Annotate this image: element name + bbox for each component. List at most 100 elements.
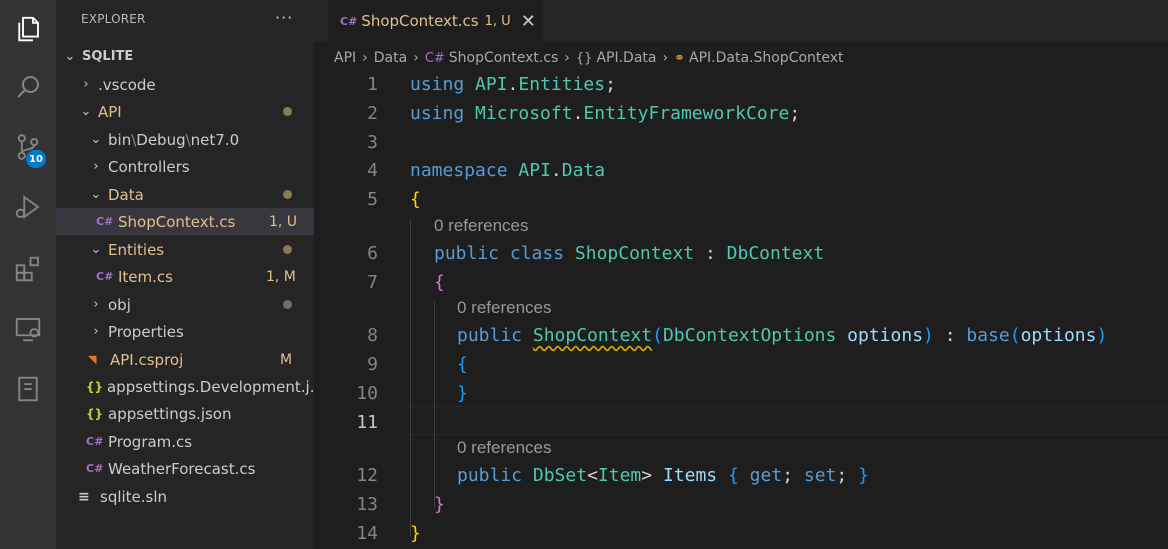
chevron-down-icon: ⌄ <box>64 49 76 64</box>
code-token: Microsoft <box>475 103 573 124</box>
code-token: { <box>727 465 739 486</box>
line-number: 7 <box>367 272 378 293</box>
path-part: bin <box>108 130 132 149</box>
code-token: using <box>410 74 465 95</box>
tree-label: Program.cs <box>108 432 193 451</box>
line-number: 1 <box>367 74 378 95</box>
chevron-down-icon: ⌄ <box>90 187 102 202</box>
line-number: 10 <box>356 383 378 404</box>
tree-folder-controllers[interactable]: › Controllers <box>56 153 314 180</box>
modified-dot <box>283 300 292 309</box>
tree-label: Properties <box>108 322 184 341</box>
csharp-file-icon: C# <box>96 215 114 228</box>
chevron-down-icon: ⌄ <box>90 242 102 257</box>
close-icon[interactable]: ✕ <box>521 11 536 32</box>
tree-label: .vscode <box>98 75 156 94</box>
json-file-icon: {} <box>86 406 104 421</box>
code-line-13: } <box>434 494 445 515</box>
tree-label: API <box>98 102 122 121</box>
activity-bar: 10 <box>0 0 56 549</box>
code-token: namespace <box>410 160 508 181</box>
tree-file-sqlite-sln[interactable]: ≡ sqlite.sln <box>56 483 314 510</box>
breadcrumb-sep: › <box>362 50 368 66</box>
tree-root-sqlite[interactable]: ⌄ SQLITE <box>56 43 314 70</box>
tree-folder-obj[interactable]: › obj <box>56 291 314 318</box>
tree-file-shopcontext[interactable]: C# ShopContext.cs 1, U <box>56 208 314 235</box>
sln-file-icon: ≡ <box>78 488 90 505</box>
notebook-icon[interactable] <box>0 366 56 412</box>
code-line-2: using Microsoft.EntityFrameworkCore; <box>410 103 800 124</box>
code-token: API <box>475 74 508 95</box>
files-icon[interactable] <box>0 6 56 52</box>
line-number: 12 <box>356 465 378 486</box>
breadcrumb-item[interactable]: API <box>334 50 356 66</box>
chevron-down-icon: ⌄ <box>90 132 102 147</box>
run-debug-icon[interactable] <box>0 184 56 230</box>
line-number: 3 <box>367 132 378 153</box>
code-token: > <box>641 465 653 486</box>
modified-dot <box>283 245 292 254</box>
path-part: Debug <box>136 130 186 149</box>
tree-label: obj <box>108 295 131 314</box>
tree-file-item[interactable]: C# Item.cs 1, M <box>56 263 314 290</box>
breadcrumb-sep: › <box>413 50 419 66</box>
code-line-12: public DbSet<Item> Items { get; set; } <box>457 465 869 486</box>
code-token: Entities <box>518 74 606 95</box>
tree-folder-entities[interactable]: ⌄ Entities <box>56 236 314 263</box>
breadcrumb-item[interactable]: ShopContext.cs <box>449 50 559 66</box>
tree-folder-api[interactable]: ⌄ API <box>56 98 314 125</box>
tree-file-appsettings[interactable]: {} appsettings.json <box>56 400 314 427</box>
breadcrumb-item[interactable]: Data <box>374 50 407 66</box>
tree-folder-bin-debug-net70[interactable]: ⌄ bin\Debug\net7.0 <box>56 126 314 153</box>
code-token: ( <box>1009 325 1021 346</box>
code-token: DbContext <box>726 243 825 264</box>
tree-label: ShopContext.cs <box>118 212 236 231</box>
code-token: Items <box>662 465 718 486</box>
breadcrumb: API › Data › C# ShopContext.cs › {} API.… <box>334 47 844 69</box>
line-number: 8 <box>367 325 378 346</box>
tree-file-program[interactable]: C# Program.cs <box>56 428 314 455</box>
chevron-right-icon: › <box>93 159 99 174</box>
remote-explorer-icon[interactable] <box>0 306 56 352</box>
tree-label: sqlite.sln <box>100 487 168 506</box>
code-token: public <box>457 465 523 486</box>
code-line-7: { <box>434 272 445 293</box>
editor-tab-bar: C# ShopContext.cs 1, U ✕ <box>314 0 1168 42</box>
code-token: set <box>803 465 837 486</box>
code-token: . <box>507 74 519 95</box>
code-line-8: public ShopContext(DbContextOptions opti… <box>457 325 1107 346</box>
tree-file-appsettings-dev[interactable]: {} appsettings.Development.j... <box>56 373 314 400</box>
explorer-sidebar: EXPLORER ··· ⌄ SQLITE › .vscode ⌄ API ⌄ … <box>56 0 314 549</box>
chevron-right-icon: › <box>83 77 89 92</box>
line-number: 4 <box>367 160 378 181</box>
tree-file-api-csproj[interactable]: ◥ API.csproj M <box>56 346 314 373</box>
modified-dot <box>283 107 292 116</box>
more-actions-icon[interactable]: ··· <box>275 8 293 27</box>
line-number: 6 <box>367 243 378 264</box>
breadcrumb-item[interactable]: API.Data <box>596 50 656 66</box>
code-token: . <box>572 103 584 124</box>
codelens-references[interactable]: 0 references <box>457 298 552 318</box>
tree-folder-properties[interactable]: › Properties <box>56 318 314 345</box>
codelens-references[interactable]: 0 references <box>434 216 529 236</box>
tree-folder-data[interactable]: ⌄ Data <box>56 181 314 208</box>
csharp-file-icon: C# <box>424 50 445 66</box>
tree-folder-vscode[interactable]: › .vscode <box>56 71 314 98</box>
search-icon[interactable] <box>0 64 56 110</box>
tree-file-weatherforecast[interactable]: C# WeatherForecast.cs <box>56 455 314 482</box>
tree-label: API.csproj <box>110 350 184 369</box>
code-editor[interactable]: 1 2 3 4 5 6 7 8 9 10 11 12 13 14 using A… <box>314 70 1168 549</box>
line-number: 9 <box>367 354 378 375</box>
git-status: 1, M <box>266 268 296 285</box>
code-line-9: { <box>457 354 468 375</box>
codelens-references[interactable]: 0 references <box>457 438 552 458</box>
extensions-icon[interactable] <box>0 246 56 292</box>
breadcrumb-item[interactable]: API.Data.ShopContext <box>689 50 844 66</box>
tab-shopcontext[interactable]: C# ShopContext.cs 1, U ✕ <box>328 0 542 42</box>
path-part: net7.0 <box>190 130 240 149</box>
